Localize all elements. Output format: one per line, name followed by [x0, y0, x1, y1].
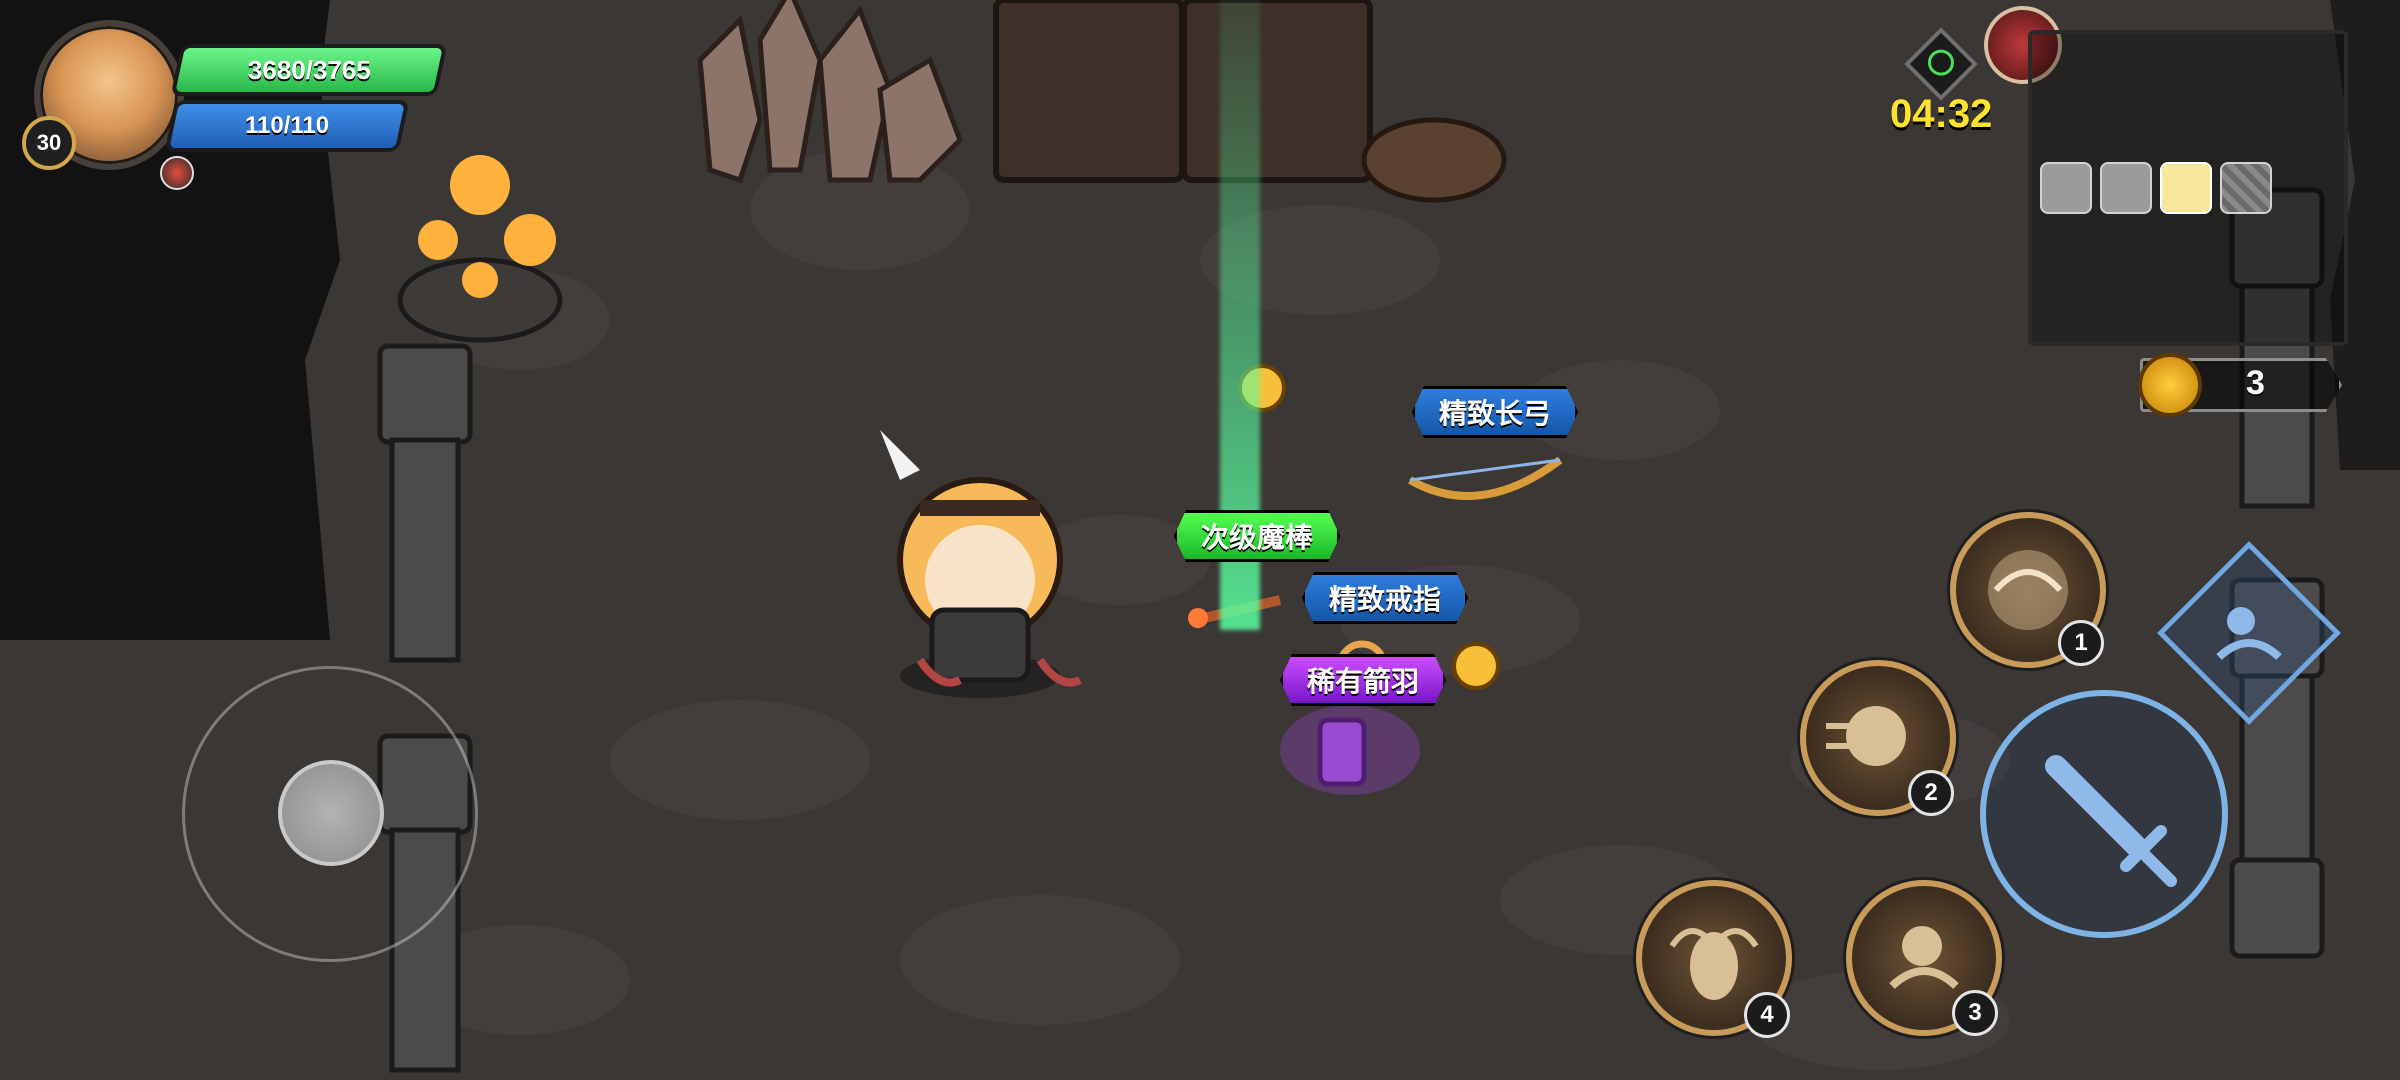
drop-label-fletching[interactable]: 稀有箭羽 [1280, 654, 1446, 706]
minimap-room-current [2160, 162, 2212, 214]
skill-badge-2: 2 [1908, 770, 1954, 816]
stopwatch-icon [1928, 49, 1954, 76]
skill-badge-4: 4 [1744, 992, 1790, 1038]
skill-badge-1: 1 [2058, 620, 2104, 666]
mp-text: 110/110 [244, 112, 330, 139]
sword-icon [2045, 755, 2177, 887]
hp-text: 3680/3765 [247, 54, 371, 85]
minimap-room-2 [2100, 162, 2152, 214]
mp-bar: 110/110 [164, 100, 410, 152]
drop-label-ring[interactable]: 精致戒指 [1302, 572, 1468, 624]
minimap-room-unexplored [2220, 162, 2272, 214]
drop-label-longbow[interactable]: 精致长弓 [1412, 386, 1578, 438]
coin-count: 3 [2246, 364, 2265, 402]
skill-badge-3: 3 [1952, 990, 1998, 1036]
minimap[interactable] [2028, 30, 2348, 346]
hp-bar: 3680/3765 [170, 44, 448, 96]
joystick-icon[interactable] [278, 760, 384, 866]
attack-button[interactable] [1980, 690, 2228, 938]
crown-coin-icon [2138, 353, 2202, 417]
timer: 04:32 [1890, 92, 1993, 136]
level-badge: 30 [22, 116, 76, 170]
drop-label-wand[interactable]: 次级魔棒 [1174, 510, 1340, 562]
dodge-icon [2216, 607, 2282, 661]
minimap-room-1 [2040, 162, 2092, 214]
buff-icon [160, 156, 194, 190]
